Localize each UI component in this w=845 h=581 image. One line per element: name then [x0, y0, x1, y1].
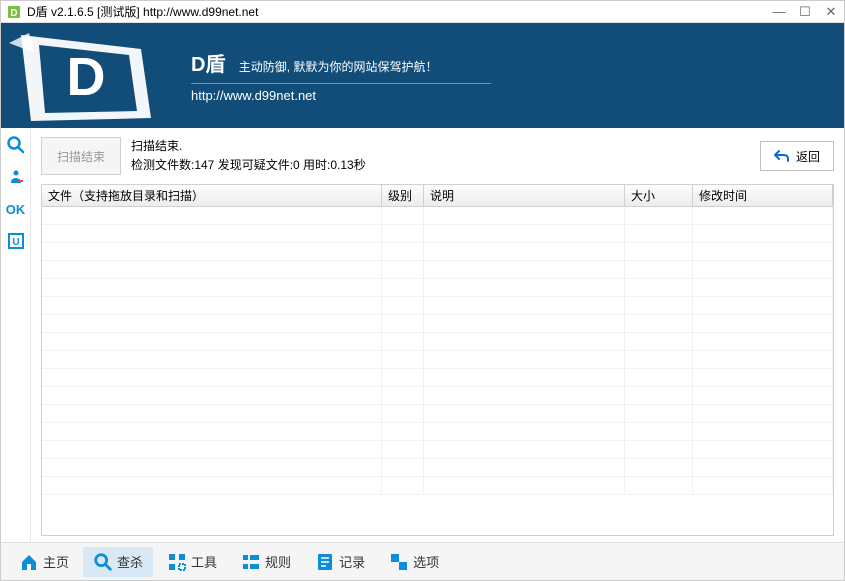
nav-options-label: 选项 [413, 552, 439, 571]
logs-icon [315, 552, 335, 572]
back-button[interactable]: 返回 [760, 141, 834, 171]
undo-icon [774, 149, 790, 163]
window-controls: — ☐ ✕ [772, 4, 838, 20]
svg-text:D: D [67, 47, 106, 107]
nav-options[interactable]: 选项 [379, 547, 449, 577]
table-header-row: 文件（支持拖放目录和扫描） 级别 说明 大小 修改时间 [42, 185, 833, 207]
scan-finished-button[interactable]: 扫描结束 [41, 137, 121, 175]
col-time-header[interactable]: 修改时间 [693, 185, 833, 206]
nav-logs-label: 记录 [339, 552, 365, 571]
table-row [42, 297, 833, 315]
nav-rules-label: 规则 [265, 552, 291, 571]
status-line1: 扫描结束. [131, 137, 750, 156]
minimize-button[interactable]: — [772, 4, 786, 20]
magnifier-icon [93, 552, 113, 572]
unicode-icon[interactable]: U [5, 230, 27, 252]
nav-logs[interactable]: 记录 [305, 547, 375, 577]
nav-tools[interactable]: 工具 [157, 547, 227, 577]
tools-icon [167, 552, 187, 572]
window-title: D盾 v2.1.6.5 [测试版] http://www.d99net.net [27, 3, 772, 20]
status-text: 扫描结束. 检测文件数:147 发现可疑文件:0 用时:0.13秒 [131, 137, 750, 175]
svg-text:U: U [12, 237, 19, 248]
banner-title: D盾 [191, 48, 225, 77]
table-row [42, 477, 833, 495]
col-desc-header[interactable]: 说明 [424, 185, 625, 206]
action-row: 扫描结束 扫描结束. 检测文件数:147 发现可疑文件:0 用时:0.13秒 返… [31, 128, 844, 184]
table-row [42, 261, 833, 279]
banner-subtitle: 主动防御, 默默为你的网站保驾护航！ [239, 60, 438, 74]
table-row [42, 243, 833, 261]
col-file-header[interactable]: 文件（支持拖放目录和扫描） [42, 185, 382, 206]
col-level-header[interactable]: 级别 [382, 185, 424, 206]
banner-logo: D [1, 23, 171, 128]
banner: D D盾 主动防御, 默默为你的网站保驾护航！ http://www.d99ne… [1, 23, 844, 128]
title-bar: D D盾 v2.1.6.5 [测试版] http://www.d99net.ne… [1, 1, 844, 23]
table-row [42, 423, 833, 441]
search-icon[interactable] [5, 134, 27, 156]
table-row [42, 369, 833, 387]
table-row [42, 441, 833, 459]
table-row [42, 279, 833, 297]
nav-home-label: 主页 [43, 552, 69, 571]
status-line2: 检测文件数:147 发现可疑文件:0 用时:0.13秒 [131, 156, 750, 175]
home-icon [19, 552, 39, 572]
process-icon[interactable] [5, 166, 27, 188]
nav-scan[interactable]: 查杀 [83, 547, 153, 577]
table-row [42, 333, 833, 351]
table-body[interactable] [42, 207, 833, 535]
options-icon [389, 552, 409, 572]
close-button[interactable]: ✕ [824, 4, 838, 20]
table-row [42, 405, 833, 423]
results-table: 文件（支持拖放目录和扫描） 级别 说明 大小 修改时间 [41, 184, 834, 536]
app-icon: D [7, 5, 21, 19]
bottom-nav: 主页 查杀 工具 规则 记录 选项 [1, 542, 844, 580]
nav-scan-label: 查杀 [117, 552, 143, 571]
table-row [42, 315, 833, 333]
maximize-button[interactable]: ☐ [798, 4, 812, 20]
col-size-header[interactable]: 大小 [625, 185, 693, 206]
nav-tools-label: 工具 [191, 552, 217, 571]
svg-text:D: D [10, 8, 17, 19]
table-row [42, 387, 833, 405]
table-row [42, 225, 833, 243]
nav-home[interactable]: 主页 [9, 547, 79, 577]
table-row [42, 207, 833, 225]
nav-rules[interactable]: 规则 [231, 547, 301, 577]
side-toolbar: OK U [1, 128, 31, 542]
ok-icon[interactable]: OK [5, 198, 27, 220]
rules-icon [241, 552, 261, 572]
banner-url: http://www.d99net.net [191, 83, 491, 103]
table-row [42, 351, 833, 369]
table-row [42, 459, 833, 477]
back-button-label: 返回 [796, 148, 820, 165]
